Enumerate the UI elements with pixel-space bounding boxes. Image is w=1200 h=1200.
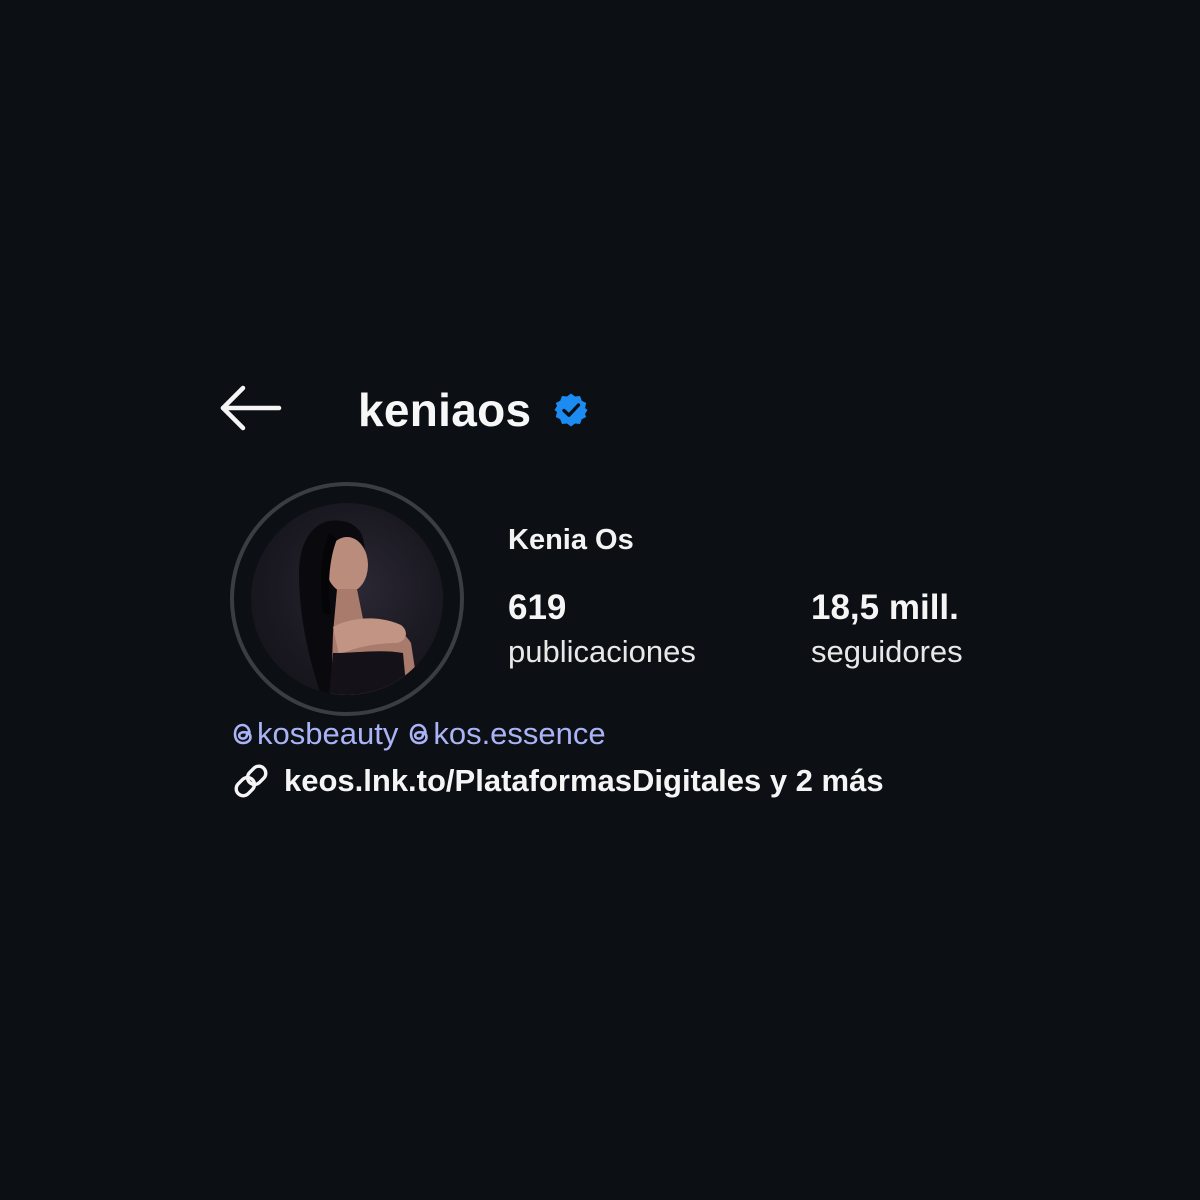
bio-mentions: kosbeauty kos.essence xyxy=(230,716,606,752)
threads-icon xyxy=(410,723,429,745)
posts-stat[interactable]: 619 publicaciones xyxy=(508,588,696,672)
posts-label: publicaciones xyxy=(508,634,696,669)
threads-icon xyxy=(233,723,252,745)
mention-kosbeauty-label: kosbeauty xyxy=(257,716,399,751)
mention-kos-essence-label: kos.essence xyxy=(433,716,606,751)
avatar-ring[interactable] xyxy=(230,482,464,716)
followers-stat[interactable]: 18,5 mill. seguidores xyxy=(811,588,963,672)
mention-kos-essence[interactable]: kos.essence xyxy=(406,716,606,752)
profile-full-name: Kenia Os xyxy=(508,524,634,556)
link-icon xyxy=(234,764,268,798)
profile-username: keniaos xyxy=(358,384,532,436)
posts-count: 619 xyxy=(508,588,567,627)
mention-kosbeauty[interactable]: kosbeauty xyxy=(230,716,398,752)
verified-badge-icon xyxy=(553,392,589,428)
profile-screen: keniaos Kenia Os 619 publicaciones 18,5 … xyxy=(0,0,1200,1200)
followers-label: seguidores xyxy=(811,634,963,669)
back-button[interactable] xyxy=(215,380,287,436)
profile-header: keniaos xyxy=(0,370,1200,450)
arrow-left-icon xyxy=(220,385,282,431)
profile-link-text: keos.lnk.to/PlataformasDigitales y 2 más xyxy=(284,763,884,798)
profile-link[interactable]: keos.lnk.to/PlataformasDigitales y 2 más xyxy=(230,760,884,802)
avatar[interactable] xyxy=(251,503,443,695)
followers-count: 18,5 mill. xyxy=(811,588,959,627)
username-row: keniaos xyxy=(358,378,589,442)
